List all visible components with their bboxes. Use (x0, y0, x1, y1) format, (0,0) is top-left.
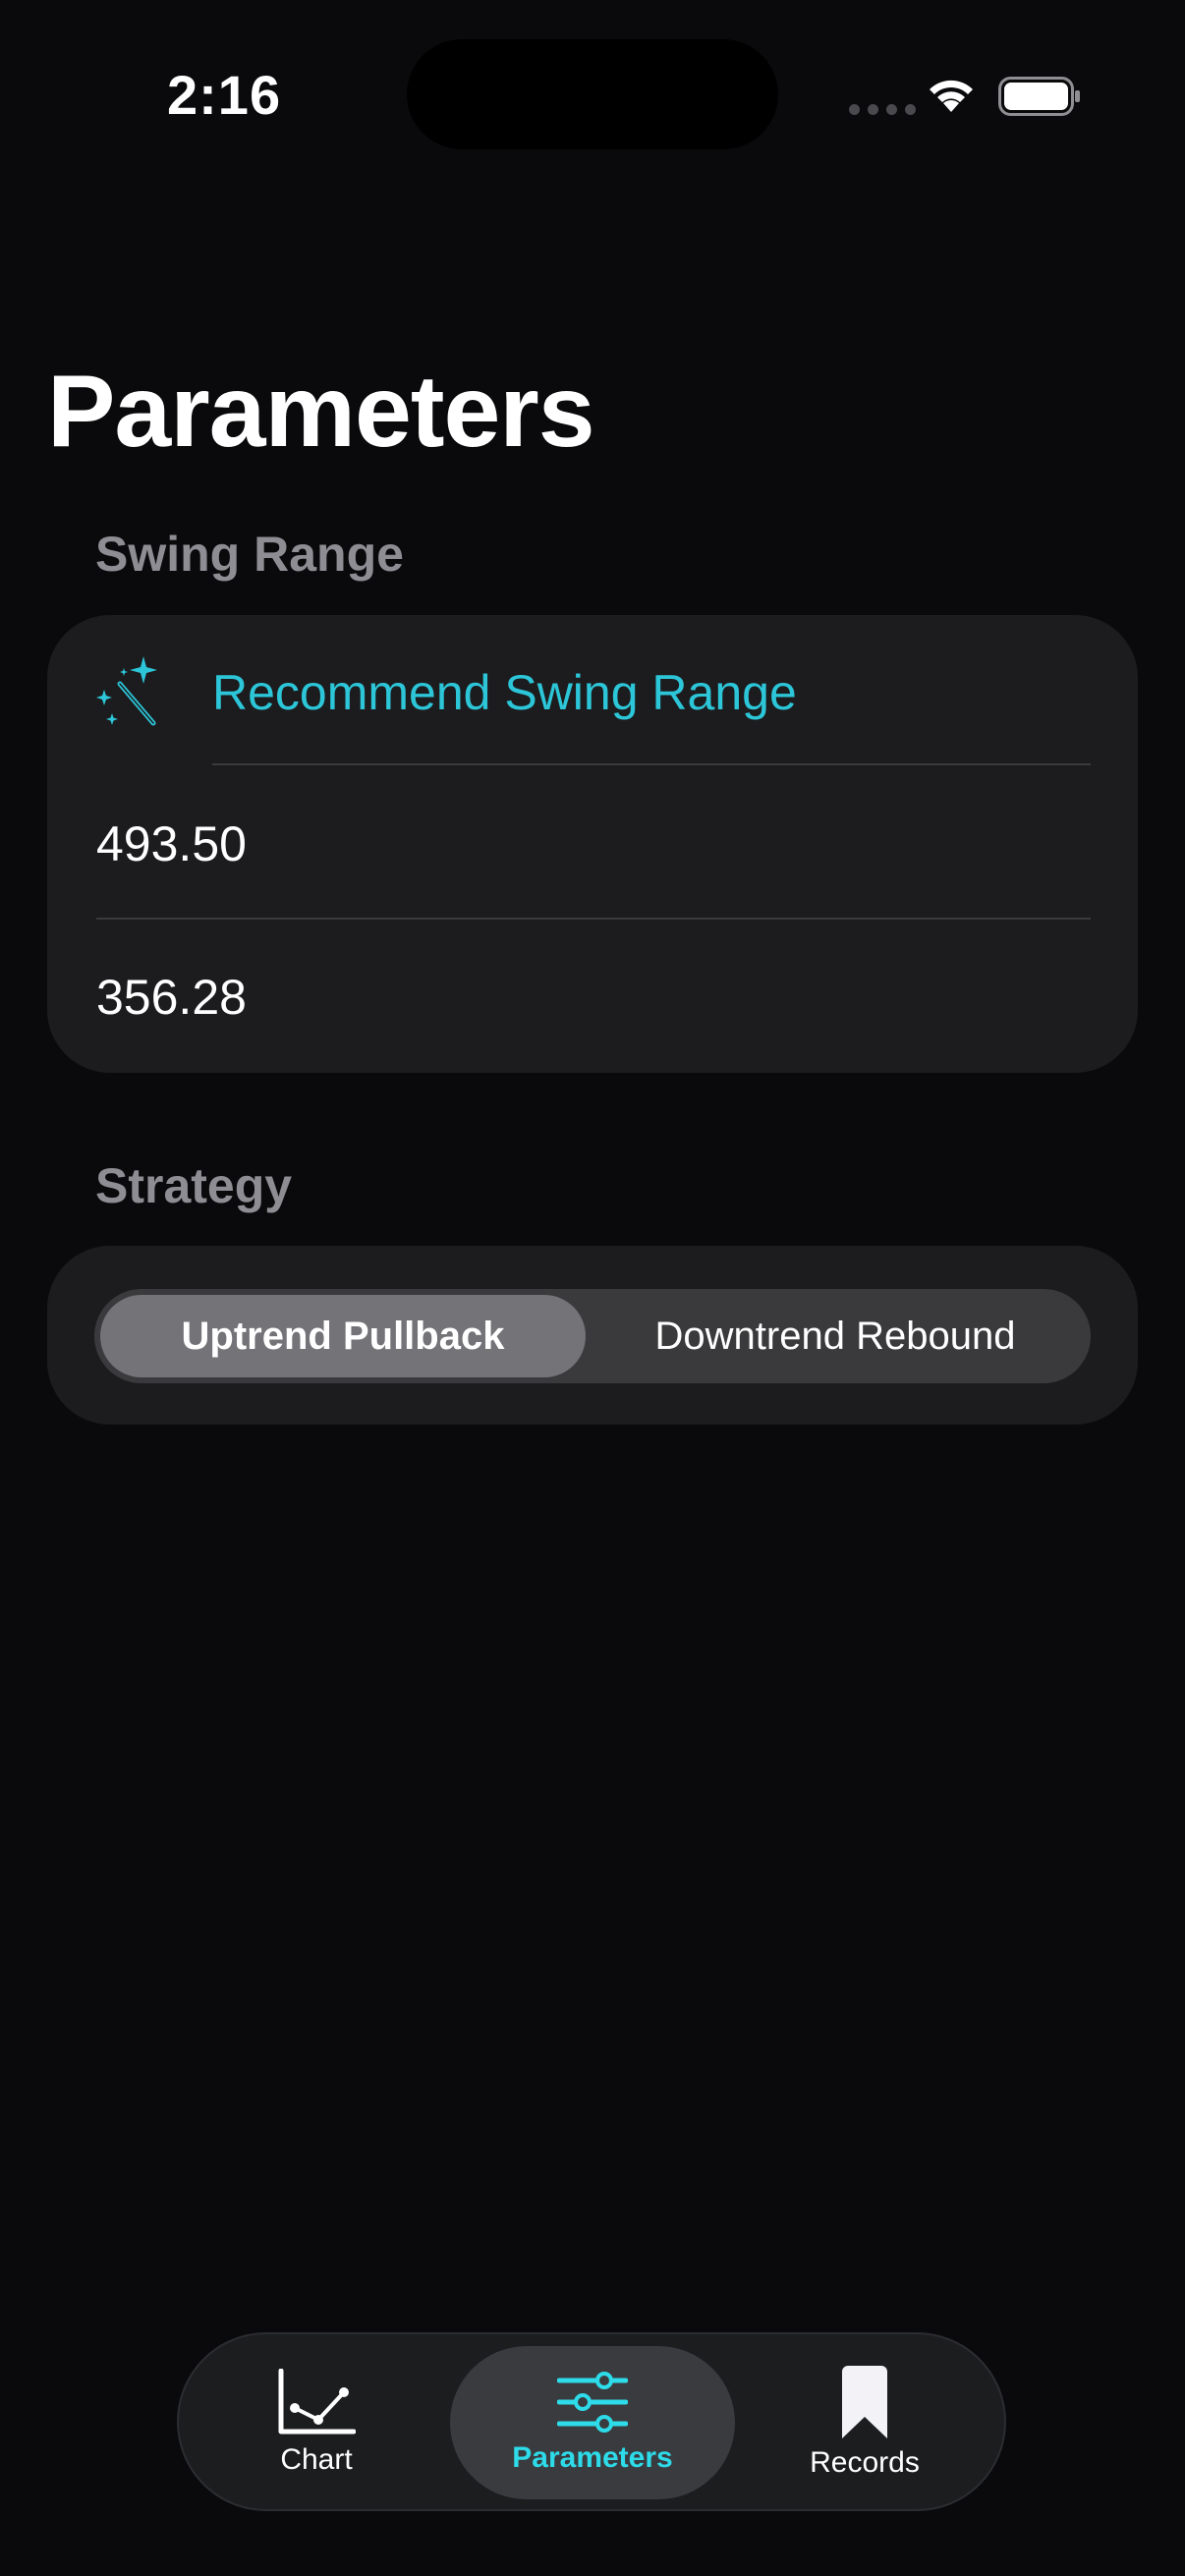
strategy-segmented-control: Uptrend Pullback Downtrend Rebound (94, 1289, 1091, 1383)
chart-line-icon (278, 2369, 356, 2435)
page-title: Parameters (47, 355, 595, 469)
tab-chart[interactable]: Chart (208, 2346, 424, 2499)
divider (212, 763, 1091, 765)
tab-parameters-label: Parameters (512, 2441, 673, 2474)
divider (96, 918, 1091, 920)
strategy-card: Uptrend Pullback Downtrend Rebound (47, 1246, 1138, 1425)
tab-records-label: Records (810, 2446, 920, 2479)
segment-uptrend-pullback[interactable]: Uptrend Pullback (100, 1295, 586, 1377)
recommend-swing-range-button[interactable]: Recommend Swing Range (47, 615, 1138, 768)
swing-range-card: Recommend Swing Range 493.50 356.28 (47, 615, 1138, 1073)
tab-chart-label: Chart (280, 2443, 353, 2476)
magic-wand-icon (96, 656, 157, 726)
screen: 2:16 Parameters Swing Range Recommend Sw… (0, 0, 1185, 2576)
sliders-icon (557, 2372, 628, 2433)
segment-downtrend-rebound[interactable]: Downtrend Rebound (586, 1295, 1085, 1377)
swing-high-field[interactable]: 493.50 (96, 815, 247, 872)
wifi-icon (930, 80, 973, 112)
battery-icon (998, 77, 1080, 116)
tab-parameters[interactable]: Parameters (450, 2346, 735, 2499)
tab-records[interactable]: Records (749, 2346, 981, 2499)
status-time: 2:16 (167, 64, 282, 126)
swing-range-header: Swing Range (95, 527, 404, 582)
cellular-signal-icon (849, 104, 916, 115)
bookmark-icon (842, 2366, 887, 2438)
strategy-header: Strategy (95, 1158, 293, 1213)
dynamic-island (407, 39, 778, 149)
recommend-swing-range-label: Recommend Swing Range (212, 665, 797, 720)
swing-low-field[interactable]: 356.28 (96, 969, 247, 1026)
tab-bar: Chart Parameters Records (177, 2332, 1006, 2511)
